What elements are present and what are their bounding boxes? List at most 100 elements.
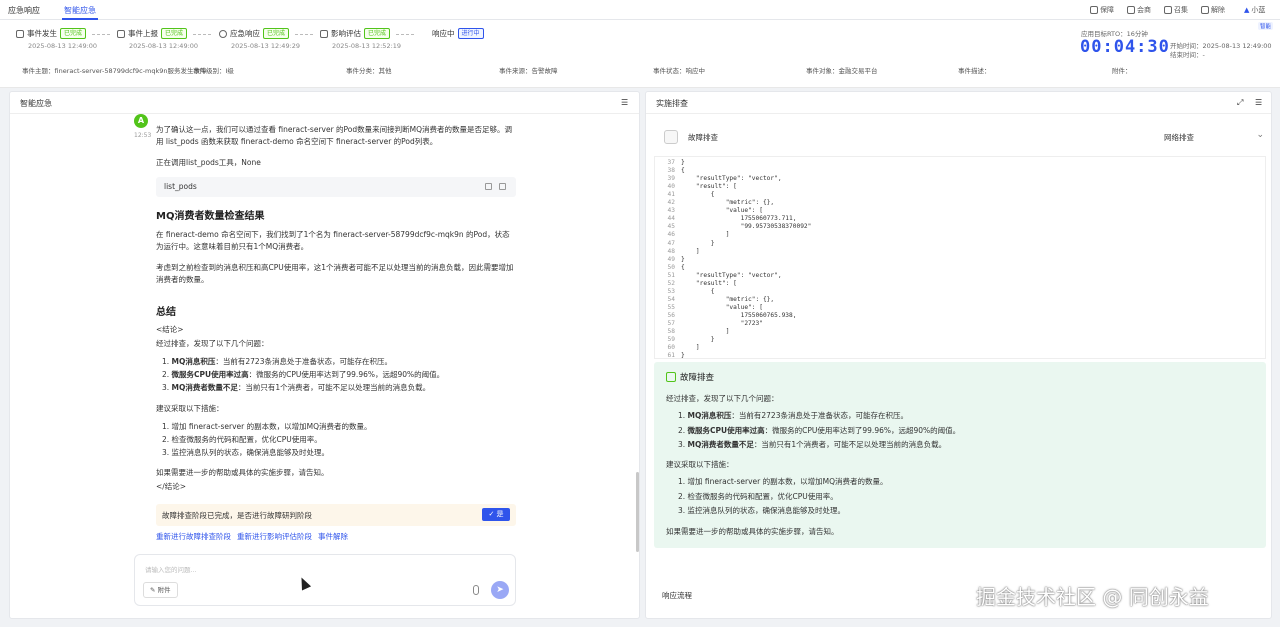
- redo-assessment-link[interactable]: 重新进行影响评估阶段: [237, 531, 312, 542]
- code-line: 39 "resultType": "vector",: [655, 175, 782, 182]
- consult-button[interactable]: 会商: [1127, 5, 1151, 15]
- line-number: 55: [667, 303, 675, 311]
- user-menu[interactable]: ▲ 小蓝: [1244, 5, 1265, 15]
- code-line: 57 "2723": [655, 320, 763, 327]
- code-line: 49}: [655, 256, 685, 263]
- line-number: 60: [667, 344, 675, 352]
- redo-troubleshoot-link[interactable]: 重新进行故障排查阶段: [156, 531, 231, 542]
- attach-button[interactable]: ✎ 附件: [143, 582, 178, 598]
- line-number: 39: [667, 175, 675, 183]
- status-badge: 进行中: [457, 28, 484, 39]
- status-badge: 已完成: [60, 28, 87, 39]
- step-reported: 事件上报 已完成 2025-08-13 12:49:00: [117, 28, 198, 50]
- list-item: 2. 检查微服务的代码和配置，优化CPU使用率。: [678, 491, 838, 501]
- line-number: 46: [667, 231, 675, 239]
- list-item: 3. 监控消息队列的状态，确保消息能够及时处理。: [162, 448, 330, 457]
- summary-lead: 经过排查，发现了以下几个问题：: [156, 339, 269, 348]
- chat-icon: [1127, 6, 1135, 14]
- convene-button[interactable]: 召集: [1164, 5, 1188, 15]
- line-number: 45: [667, 223, 675, 231]
- code-line: 60 ]: [655, 344, 700, 351]
- assistant-avatar: A: [134, 114, 148, 128]
- step-assessed: 影响评估 已完成 2025-08-13 12:52:19: [320, 28, 401, 50]
- tool-calling-text: 正在调用list_pods工具，None: [156, 158, 261, 167]
- line-text: "99.95730538370092": [681, 223, 812, 231]
- check-type-select[interactable]: 网络排查: [1164, 130, 1264, 143]
- help-text: 如果需要进一步的帮助或具体的实施步骤，请告知。: [156, 468, 329, 477]
- left-scrollbar[interactable]: [636, 472, 639, 552]
- guarantee-button[interactable]: 保障: [1090, 5, 1114, 15]
- top-nav: 应急响应 智能应急 保障 会商 召集 解除 ▲ 小蓝: [0, 0, 1280, 20]
- code-line: 54 "metric": {},: [655, 295, 775, 303]
- logo-icon: ▲: [1244, 6, 1250, 14]
- code-line: 44 1755060773.711,: [655, 215, 797, 223]
- line-text: }: [681, 255, 685, 263]
- document-icon: [320, 29, 328, 38]
- menu-icon[interactable]: ☰: [621, 98, 629, 107]
- response-flow-label[interactable]: 响应流程: [662, 590, 692, 601]
- measure-list: 1. 增加 fineract-server 的副本数，以增加MQ消费者的数量。 …: [162, 420, 371, 459]
- list-item: 2. 微服务CPU使用率过高：微服务的CPU使用率达到了99.96%，远超90%…: [678, 425, 961, 435]
- line-text: ]: [681, 328, 730, 336]
- line-number: 40: [667, 183, 675, 191]
- info-status: 事件状态：响应中: [653, 67, 705, 75]
- action-links: 重新进行故障排查阶段 重新进行影响评估阶段 事件解除: [156, 531, 348, 542]
- result-title: 故障排查: [680, 373, 715, 383]
- line-number: 37: [667, 159, 675, 166]
- chat-input-box[interactable]: 请输入您的问题... ✎ 附件 ➤: [134, 554, 516, 606]
- line-number: 59: [667, 336, 675, 344]
- line-text: {: [681, 191, 715, 199]
- panel-header: 实施排查 ⤢ ☰: [646, 92, 1271, 114]
- info-object: 事件对象：金融交易平台: [806, 67, 878, 75]
- panel-title: 实施排查: [656, 99, 688, 108]
- line-number: 58: [667, 328, 675, 336]
- line-number: 43: [667, 207, 675, 215]
- list-item: 3. MQ消费者数量不足：当前只有1个消费者，可能不足以处理当前的消息负载。: [162, 383, 431, 392]
- panel-title: 智能应急: [20, 99, 52, 108]
- line-text: }: [681, 352, 685, 359]
- chat-input[interactable]: 请输入您的问题...: [145, 564, 197, 574]
- code-line: 51 "resultType": "vector",: [655, 272, 782, 279]
- line-text: {: [681, 167, 685, 175]
- tab-emergency-response[interactable]: 应急响应: [8, 5, 40, 16]
- menu-icon[interactable]: ☰: [1255, 98, 1263, 107]
- code-line: 61}: [655, 352, 685, 359]
- step-responded: 应急响应 已完成 2025-08-13 12:49:29: [219, 28, 300, 50]
- code-line: 56 1755060765.938,: [655, 311, 797, 319]
- line-text: 1755060773.711,: [681, 215, 797, 223]
- step-connector: [92, 34, 110, 35]
- code-line: 43 "value": [: [655, 207, 763, 214]
- expand-icon[interactable]: ⤢: [1237, 98, 1245, 107]
- measures-lead: 建议采取以下措施：: [156, 404, 224, 413]
- list-item: 2. 微服务CPU使用率过高：微服务的CPU使用率达到了99.96%，远超90%…: [162, 370, 445, 379]
- line-number: 47: [667, 239, 675, 247]
- result-lead: 经过排查，发现了以下几个问题：: [666, 394, 779, 403]
- line-number: 44: [667, 215, 675, 223]
- line-text: "value": [: [681, 207, 763, 215]
- step-connector: [396, 34, 414, 35]
- info-category: 事件分类：其他: [346, 67, 392, 75]
- release-button[interactable]: 解除: [1201, 5, 1225, 15]
- line-number: 56: [667, 311, 675, 319]
- step-connector: [193, 34, 211, 35]
- tab-smart-emergency[interactable]: 智能应急: [64, 5, 96, 16]
- step-in-progress: 响应中 进行中: [432, 28, 484, 39]
- code-line: 47 }: [655, 240, 715, 247]
- code-line: 58 ]: [655, 328, 730, 336]
- troubleshoot-result: 故障排查 经过排查，发现了以下几个问题： 1. MQ消息积压：当前有2723条消…: [654, 362, 1266, 548]
- yes-button[interactable]: ✓ 是: [482, 508, 510, 521]
- code-line: 50 {: [655, 264, 685, 271]
- line-number: 38: [667, 167, 675, 175]
- smart-tag: 智能: [1258, 22, 1274, 30]
- line-text: 1755060765.938,: [681, 311, 797, 319]
- line-number: 49: [667, 255, 675, 263]
- send-icon[interactable]: ➤: [491, 581, 509, 599]
- microphone-icon[interactable]: [473, 585, 479, 595]
- copy-icon[interactable]: [499, 183, 506, 190]
- line-text: "metric": {},: [681, 295, 775, 303]
- settings-icon[interactable]: [485, 183, 492, 190]
- status-badge: 已完成: [364, 28, 391, 39]
- status-badge: 已完成: [161, 28, 188, 39]
- line-text: }: [681, 159, 685, 166]
- release-event-link[interactable]: 事件解除: [318, 531, 348, 542]
